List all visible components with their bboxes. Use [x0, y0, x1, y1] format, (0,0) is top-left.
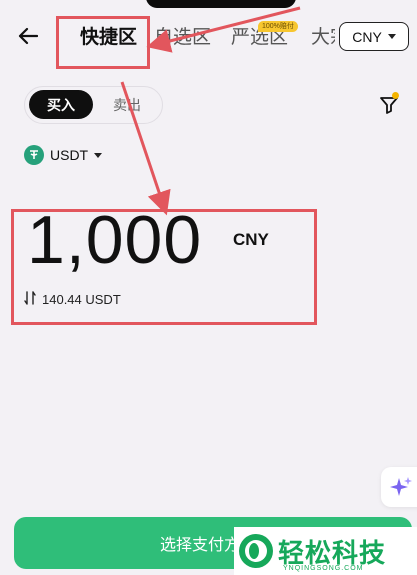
ai-sparkle-icon[interactable]: [381, 467, 417, 507]
annotation-arrows: [120, 6, 301, 216]
watermark-text: 轻松科技: [278, 537, 387, 568]
watermark-url: YNQINGSONG.COM: [283, 565, 364, 572]
watermark-leaf-icon: [239, 534, 273, 568]
